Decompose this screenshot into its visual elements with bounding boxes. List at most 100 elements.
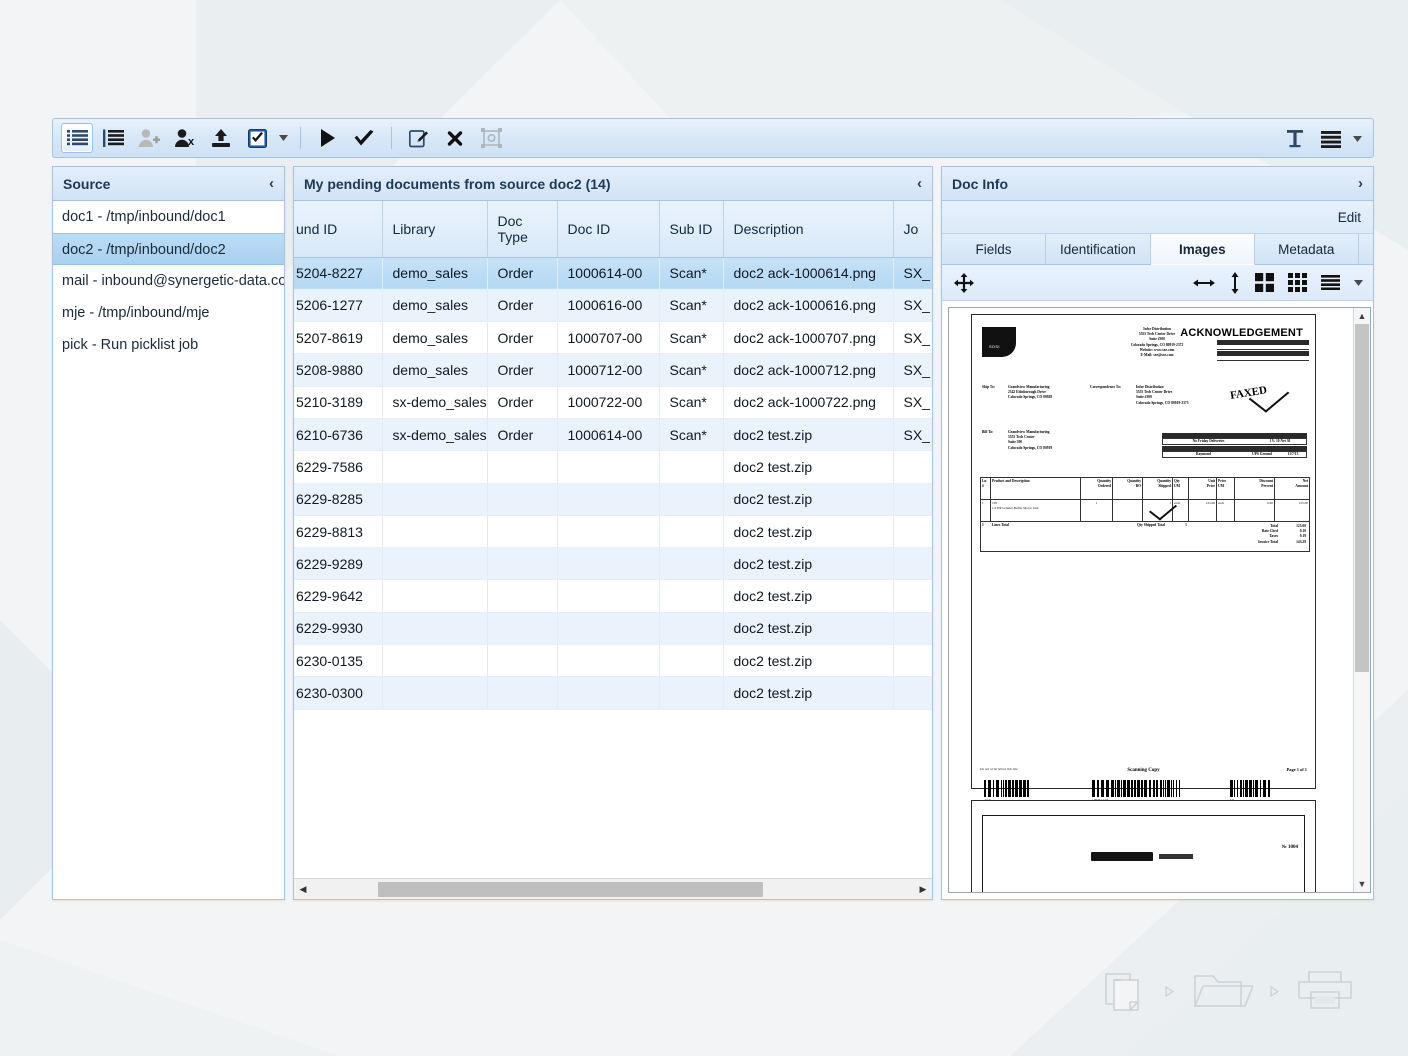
pan-tool-button[interactable]: [954, 273, 974, 293]
image-menu-button[interactable]: [1321, 275, 1340, 290]
user-add-icon: [138, 128, 160, 148]
correspondence-block: Correspondence To: Infor Distribution 55…: [1090, 385, 1189, 406]
menu-dropdown-caret[interactable]: [1349, 124, 1365, 154]
table-row[interactable]: 5207-8619demo_salesOrder1000707-00Scan*d…: [294, 322, 932, 354]
viewer-canvas[interactable]: ACKNOWLEDGEMENT Infor Distribution 5555 …: [949, 308, 1353, 892]
table-cell: Scan*: [659, 257, 723, 289]
table-row[interactable]: 6229-9642doc2 test.zip: [294, 580, 932, 612]
ship-to-addr2: Colorado Springs, CO 80928: [1008, 395, 1052, 400]
table-cell: [893, 483, 932, 515]
sidebar-item[interactable]: doc1 - /tmp/inbound/doc1: [53, 201, 284, 233]
edit-button[interactable]: [403, 123, 435, 153]
table-cell: sx-demo_sales: [382, 386, 487, 418]
chevron-right-icon[interactable]: ›: [1358, 175, 1363, 192]
table-cell: Order: [487, 386, 557, 418]
table-cell: [893, 677, 932, 709]
documents-panel: My pending documents from source doc2 (1…: [293, 166, 933, 900]
fit-image-button[interactable]: [475, 123, 507, 153]
grid-3x3-icon: [1288, 273, 1307, 292]
table-cell: 6230-0300: [294, 677, 382, 709]
table-cell: doc2 test.zip: [723, 677, 893, 709]
column-header[interactable]: Doc Type: [487, 201, 557, 257]
corr-label: Correspondence To:: [1090, 385, 1128, 390]
detail-view-button[interactable]: [97, 123, 129, 153]
triangle-down-icon[interactable]: ▼: [1358, 876, 1367, 892]
add-user-button[interactable]: [133, 123, 165, 153]
table-row[interactable]: 6230-0300 doc2 test.zip: [294, 677, 932, 709]
table-cell: 1000614-00: [557, 418, 659, 450]
list-view-button[interactable]: [61, 123, 93, 153]
chevron-left-icon[interactable]: ‹: [917, 175, 922, 192]
sidebar-item[interactable]: doc2 - /tmp/inbound/doc2: [53, 233, 284, 265]
menu-button[interactable]: [1315, 124, 1347, 154]
edit-link[interactable]: Edit: [1338, 210, 1361, 225]
text-tool-icon: [1285, 129, 1305, 149]
horizontal-scrollbar[interactable]: ◀ ▶: [294, 878, 932, 899]
upload-button[interactable]: [205, 123, 237, 153]
triangle-left-icon[interactable]: ◀: [294, 884, 312, 895]
hscroll-thumb[interactable]: [378, 882, 763, 897]
remove-user-button[interactable]: x: [169, 123, 201, 153]
triangle-up-icon[interactable]: ▲: [1358, 308, 1367, 324]
line-item-table: Ln# Product and Description QuantityOrde…: [980, 477, 1310, 552]
run-button[interactable]: [312, 123, 344, 153]
table-cell: Order: [487, 354, 557, 386]
table-cell: SX_: [893, 289, 932, 321]
table-row[interactable]: 6229-8285doc2 test.zip: [294, 483, 932, 515]
column-header[interactable]: Description: [723, 201, 893, 257]
tab-identification[interactable]: Identification: [1046, 234, 1151, 264]
table-cell: 5206-1277: [294, 289, 382, 321]
ship-via-label: Raymond: [1163, 452, 1244, 457]
viewer-vertical-scrollbar[interactable]: ▲ ▼: [1353, 308, 1370, 892]
image-menu-caret[interactable]: [1354, 280, 1363, 286]
table-cell: doc2 test.zip: [723, 483, 893, 515]
table-row[interactable]: 5210-3189sx-demo_salesOrder1000722-00Sca…: [294, 386, 932, 418]
table-row[interactable]: 6229-8813doc2 test.zip: [294, 515, 932, 547]
approve-button[interactable]: [348, 123, 380, 153]
table-cell: SX_: [893, 354, 932, 386]
text-tool-button[interactable]: [1279, 124, 1311, 154]
table-row[interactable]: 6229-9930doc2 test.zip: [294, 612, 932, 644]
column-header[interactable]: Jo: [893, 201, 932, 257]
select-dropdown-caret[interactable]: [275, 123, 291, 153]
column-header[interactable]: Doc ID: [557, 201, 659, 257]
check-mark-annotation: [1249, 379, 1290, 412]
barcode-ack: [984, 780, 1031, 797]
vscroll-track[interactable]: [1354, 324, 1370, 876]
select-all-button[interactable]: [241, 123, 273, 153]
grid-2x2-button[interactable]: [1255, 273, 1274, 292]
table-row[interactable]: 5208-9880demo_salesOrder1000712-00Scan*d…: [294, 354, 932, 386]
tab-metadata[interactable]: Metadata: [1255, 234, 1359, 264]
column-header[interactable]: und ID: [294, 201, 382, 257]
table-row[interactable]: 6229-7586doc2 test.zip: [294, 451, 932, 483]
triangle-right-icon[interactable]: ▶: [914, 884, 932, 895]
column-header[interactable]: Library: [382, 201, 487, 257]
table-cell: [487, 677, 557, 709]
sidebar-item[interactable]: mail - inbound@synergetic-data.com: [53, 265, 284, 297]
tab-images[interactable]: Images: [1151, 234, 1255, 265]
table-row[interactable]: 5204-8227demo_salesOrder1000614-00Scan*d…: [294, 257, 932, 289]
table-row[interactable]: 6229-9289doc2 test.zip: [294, 548, 932, 580]
table-cell: [487, 580, 557, 612]
table-row[interactable]: 5206-1277demo_salesOrder1000616-00Scan*d…: [294, 289, 932, 321]
documents-icon: [1100, 968, 1148, 1017]
sidebar-item[interactable]: mje - /tmp/inbound/mje: [53, 297, 284, 329]
terms-value: 1% 10 Net 30: [1254, 439, 1306, 444]
source-list: doc1 - /tmp/inbound/doc1doc2 - /tmp/inbo…: [53, 201, 284, 899]
fit-width-button[interactable]: [1193, 277, 1215, 289]
vscroll-thumb[interactable]: [1355, 324, 1369, 672]
chevron-left-icon[interactable]: ‹: [269, 175, 274, 192]
column-header[interactable]: Sub ID: [659, 201, 723, 257]
hscroll-track[interactable]: [312, 881, 914, 898]
table-cell: [659, 548, 723, 580]
source-panel: Source ‹ doc1 - /tmp/inbound/doc1doc2 - …: [52, 166, 285, 900]
table-row[interactable]: 6230-0135doc2 test.zip: [294, 645, 932, 677]
grid-3x3-button[interactable]: [1288, 273, 1307, 292]
page2-number: № 1004: [1282, 844, 1298, 851]
table-row[interactable]: 6210-6736sx-demo_salesOrder1000614-00Sca…: [294, 418, 932, 450]
tab-fields[interactable]: Fields: [942, 234, 1046, 264]
table-cell: [557, 580, 659, 612]
fit-height-button[interactable]: [1229, 272, 1241, 294]
delete-button[interactable]: [439, 123, 471, 153]
sidebar-item[interactable]: pick - Run picklist job: [53, 329, 284, 361]
